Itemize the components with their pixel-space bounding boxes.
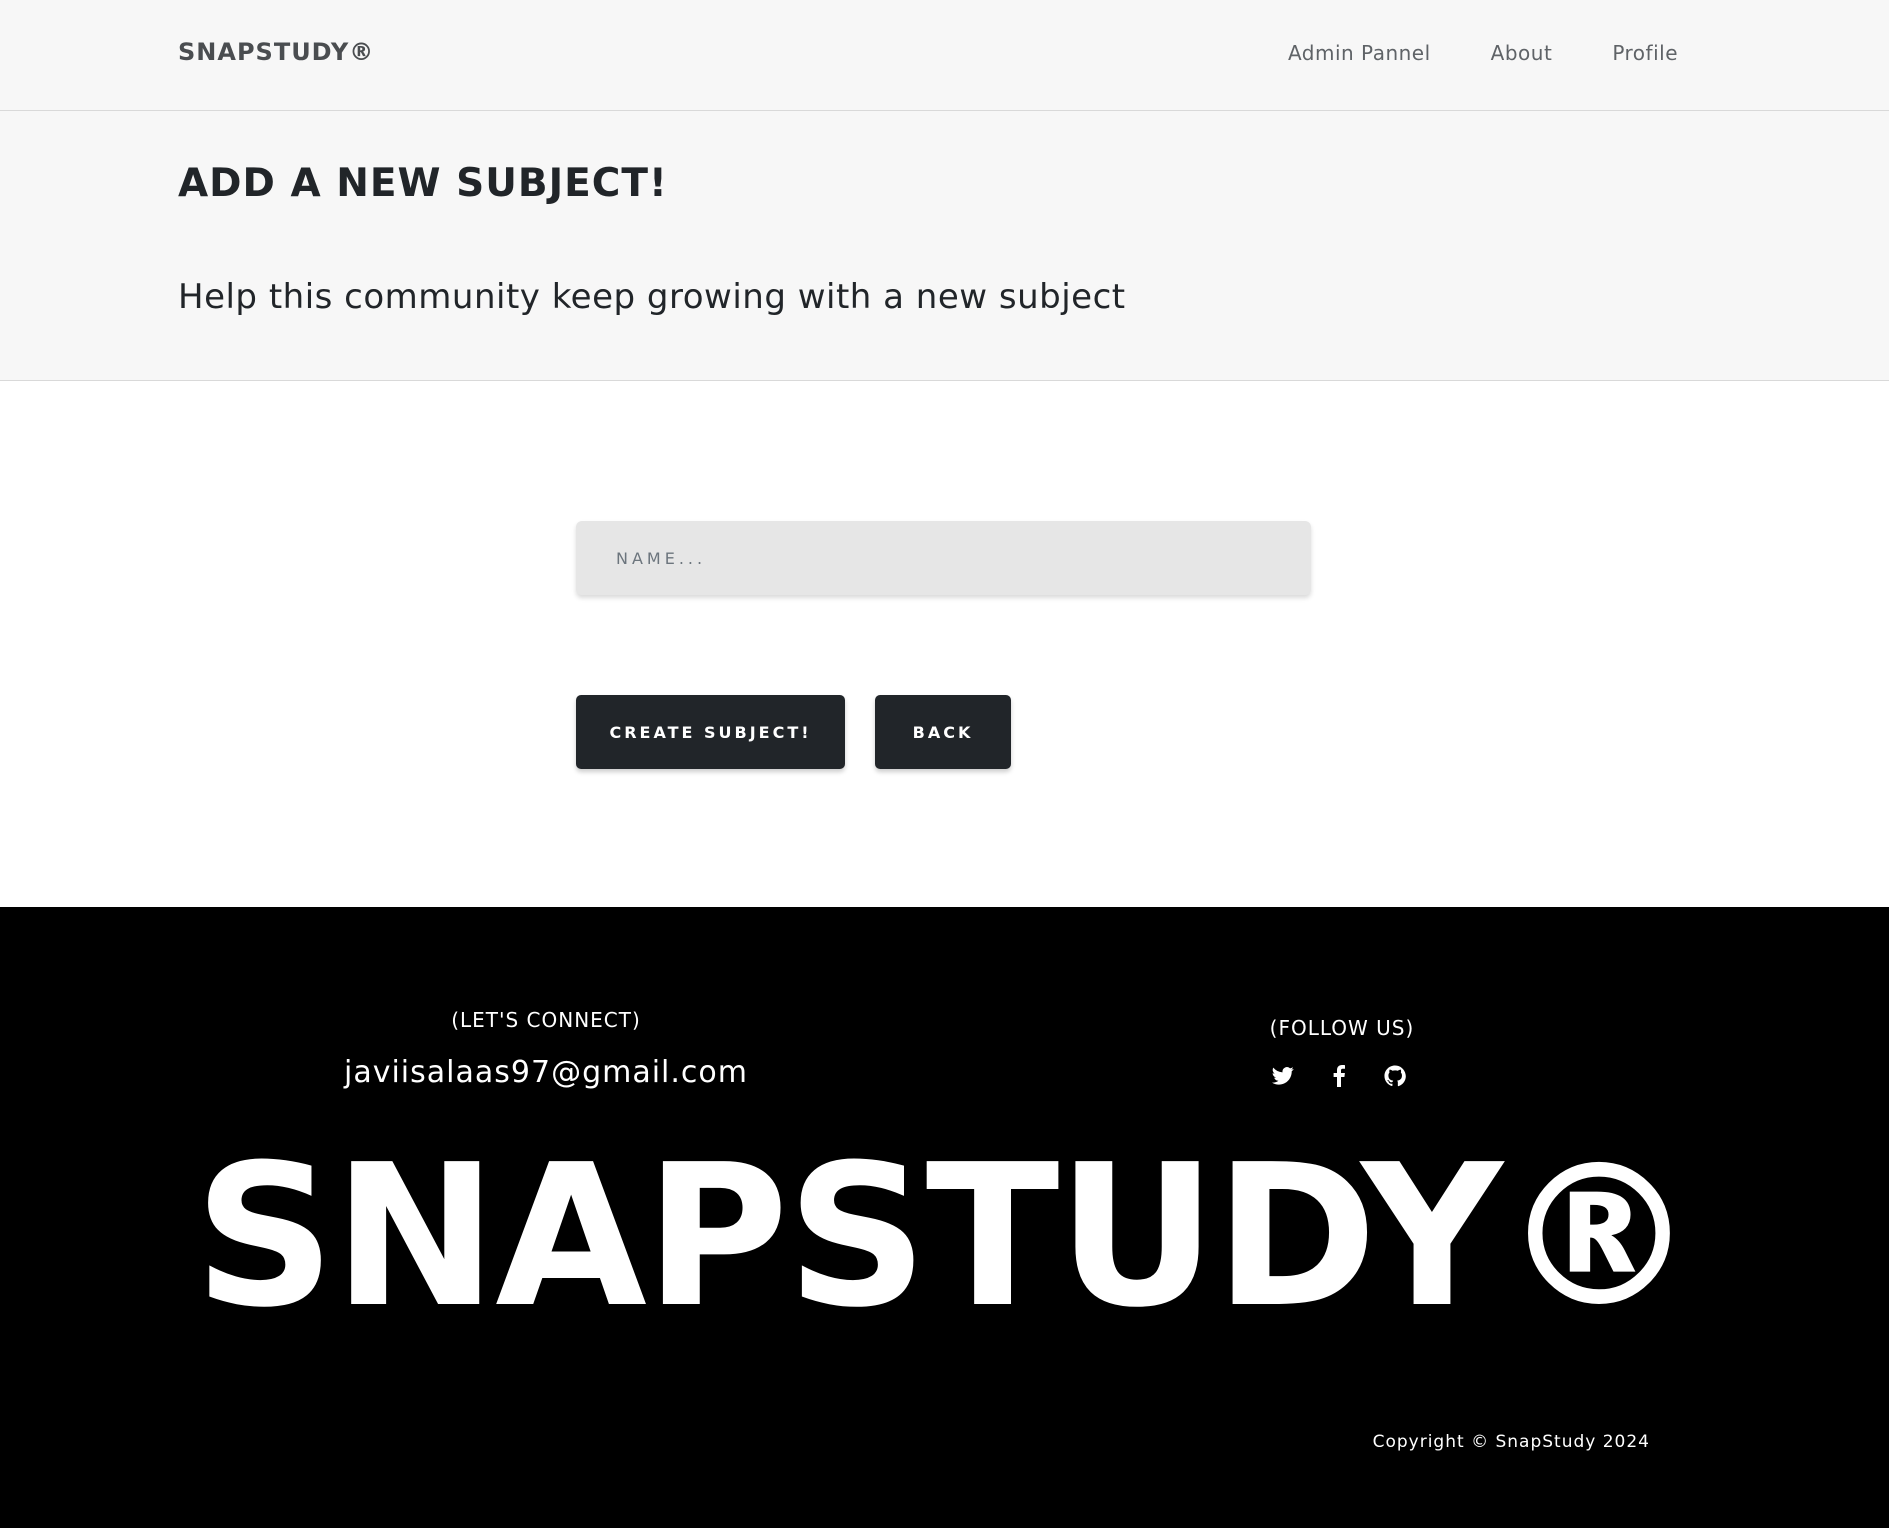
connect-label: (LET'S CONNECT): [451, 1008, 641, 1032]
facebook-icon[interactable]: [1327, 1064, 1351, 1088]
subject-name-input[interactable]: [576, 521, 1311, 595]
page-title: ADD A NEW SUBJECT!: [178, 161, 668, 206]
footer-big-logo: SNAPSTUDY®: [194, 1123, 1697, 1351]
nav-link-admin-panel[interactable]: Admin Pannel: [1288, 41, 1431, 65]
navbar: SNAPSTUDY® Admin Pannel About Profile: [0, 0, 1889, 111]
footer: (LET'S CONNECT) javiisalaas97@gmail.com …: [0, 907, 1889, 1528]
follow-label: (FOLLOW US): [1269, 1016, 1415, 1040]
github-icon[interactable]: [1383, 1064, 1407, 1088]
back-button[interactable]: BACK: [875, 695, 1011, 769]
nav-link-about[interactable]: About: [1491, 41, 1553, 65]
copyright-text: Copyright © SnapStudy 2024: [1372, 1432, 1650, 1452]
create-subject-button[interactable]: CREATE SUBJECT!: [576, 695, 845, 769]
hero-section: ADD A NEW SUBJECT! Help this community k…: [0, 111, 1889, 381]
brand-logo[interactable]: SNAPSTUDY®: [178, 38, 374, 66]
nav-link-profile[interactable]: Profile: [1612, 41, 1678, 65]
twitter-icon[interactable]: [1271, 1064, 1295, 1088]
nav-links: Admin Pannel About Profile: [1288, 41, 1678, 65]
social-links: [1271, 1064, 1407, 1088]
page-subtitle: Help this community keep growing with a …: [178, 277, 1126, 317]
contact-email-link[interactable]: javiisalaas97@gmail.com: [296, 1055, 796, 1090]
